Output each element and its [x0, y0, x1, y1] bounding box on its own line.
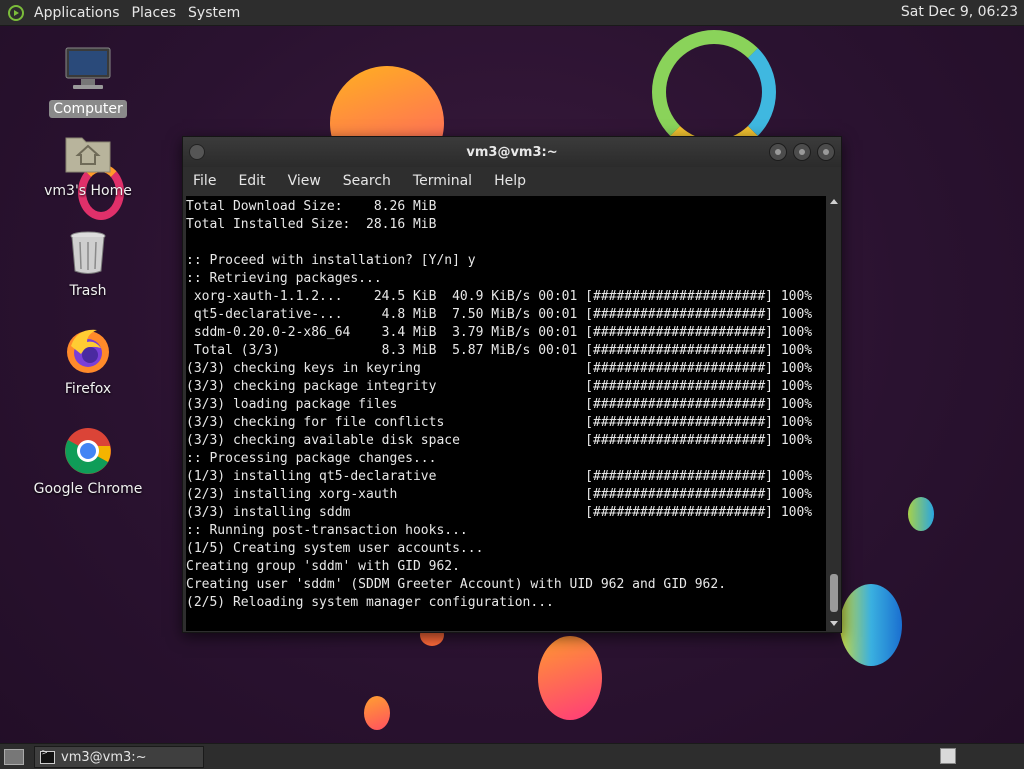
window-menu-icon[interactable]	[189, 144, 205, 160]
menu-view[interactable]: View	[282, 173, 329, 189]
terminal-line: :: Running post-transaction hooks...	[186, 523, 468, 538]
terminal-line: :: Proceed with installation? [Y/n] y	[186, 253, 476, 268]
scrollbar-thumb[interactable]	[830, 574, 838, 612]
desktop-icon-chrome[interactable]: Google Chrome	[33, 426, 143, 498]
desktop-icon-home[interactable]: vm3's Home	[33, 128, 143, 200]
menu-file[interactable]: File	[187, 173, 224, 189]
terminal-line: (3/3) checking keys in keyring [########…	[186, 361, 813, 376]
terminal-line: (3/3) checking available disk space [###…	[186, 433, 813, 448]
minimize-button[interactable]	[769, 143, 787, 161]
terminal-line: (3/3) checking for file conflicts [#####…	[186, 415, 813, 430]
top-panel: Applications Places System Sat Dec 9, 06…	[0, 0, 1024, 26]
computer-icon	[63, 46, 113, 96]
terminal-line: (1/5) Creating system user accounts...	[186, 541, 484, 556]
wallpaper-blob	[840, 584, 902, 666]
terminal-line: (2/5) Reloading system manager configura…	[186, 595, 554, 610]
scroll-up-icon[interactable]	[830, 199, 838, 204]
desktop-icon-label: Computer	[49, 100, 127, 118]
menu-search[interactable]: Search	[337, 173, 399, 189]
wallpaper-blob	[908, 497, 934, 531]
terminal-line: (3/3) checking package integrity [######…	[186, 379, 813, 394]
clock[interactable]: Sat Dec 9, 06:23	[901, 4, 1018, 20]
terminal-line: (2/3) installing xorg-xauth [###########…	[186, 487, 813, 502]
scroll-down-icon[interactable]	[830, 621, 838, 626]
bottom-panel: vm3@vm3:~	[0, 743, 1024, 769]
terminal-line: Total (3/3) 8.3 MiB 5.87 MiB/s 00:01 [##…	[186, 343, 813, 358]
terminal-line: Creating user 'sddm' (SDDM Greeter Accou…	[186, 577, 727, 592]
terminal-line: (1/3) installing qt5-declarative [######…	[186, 469, 813, 484]
desktop-icon-label: Firefox	[64, 381, 112, 397]
terminal-line: :: Retrieving packages...	[186, 271, 382, 286]
terminal-scrollbar[interactable]	[828, 196, 840, 629]
close-button[interactable]	[817, 143, 835, 161]
terminal-line: (3/3) installing sddm [#################…	[186, 505, 813, 520]
maximize-button[interactable]	[793, 143, 811, 161]
desktop-icon-trash[interactable]: Trash	[33, 228, 143, 300]
system-menu[interactable]: System	[182, 5, 246, 21]
terminal-line: :: Processing package changes...	[186, 451, 437, 466]
terminal-line: Total Installed Size: 28.16 MiB	[186, 217, 437, 232]
desktop-icon-firefox[interactable]: Firefox	[33, 326, 143, 398]
terminal-line: (3/3) loading package files [###########…	[186, 397, 813, 412]
terminal-line: Creating group 'sddm' with GID 962.	[186, 559, 460, 574]
terminal-output[interactable]: Total Download Size: 8.26 MiB Total Insta…	[186, 196, 826, 631]
menu-terminal[interactable]: Terminal	[407, 173, 480, 189]
desktop-icon-label: Trash	[69, 283, 107, 299]
terminal-line: xorg-xauth-1.1.2... 24.5 KiB 40.9 KiB/s …	[186, 289, 813, 304]
desktop-icon-computer[interactable]: Computer	[33, 46, 143, 118]
desktop-icon-label: Google Chrome	[33, 481, 143, 497]
menu-help[interactable]: Help	[488, 173, 534, 189]
terminal-line: sddm-0.20.0-2-x86_64 3.4 MiB 3.79 MiB/s …	[186, 325, 813, 340]
wallpaper-blob	[364, 696, 390, 730]
workspace-switcher[interactable]	[940, 748, 956, 764]
chrome-icon	[63, 426, 113, 476]
show-desktop-icon[interactable]	[4, 749, 24, 765]
taskbar-button-terminal[interactable]: vm3@vm3:~	[34, 746, 204, 768]
applications-menu[interactable]: Applications	[28, 5, 126, 21]
distro-logo-icon[interactable]	[8, 4, 24, 21]
window-titlebar[interactable]: vm3@vm3:~	[183, 137, 841, 167]
terminal-line: qt5-declarative-... 4.8 MiB 7.50 MiB/s 0…	[186, 307, 813, 322]
menu-edit[interactable]: Edit	[232, 173, 273, 189]
terminal-icon	[40, 748, 55, 764]
taskbar-button-label: vm3@vm3:~	[61, 749, 147, 765]
terminal-line: Total Download Size: 8.26 MiB	[186, 199, 437, 214]
terminal-menubar: File Edit View Search Terminal Help	[183, 167, 841, 195]
home-folder-icon	[63, 128, 113, 178]
desktop-icon-label: vm3's Home	[44, 183, 132, 199]
window-title: vm3@vm3:~	[466, 144, 558, 160]
firefox-icon	[63, 326, 113, 376]
wallpaper-blob	[538, 636, 602, 720]
trash-icon	[63, 228, 113, 278]
places-menu[interactable]: Places	[126, 5, 183, 21]
terminal-window[interactable]: vm3@vm3:~ File Edit View Search Terminal…	[182, 136, 842, 633]
